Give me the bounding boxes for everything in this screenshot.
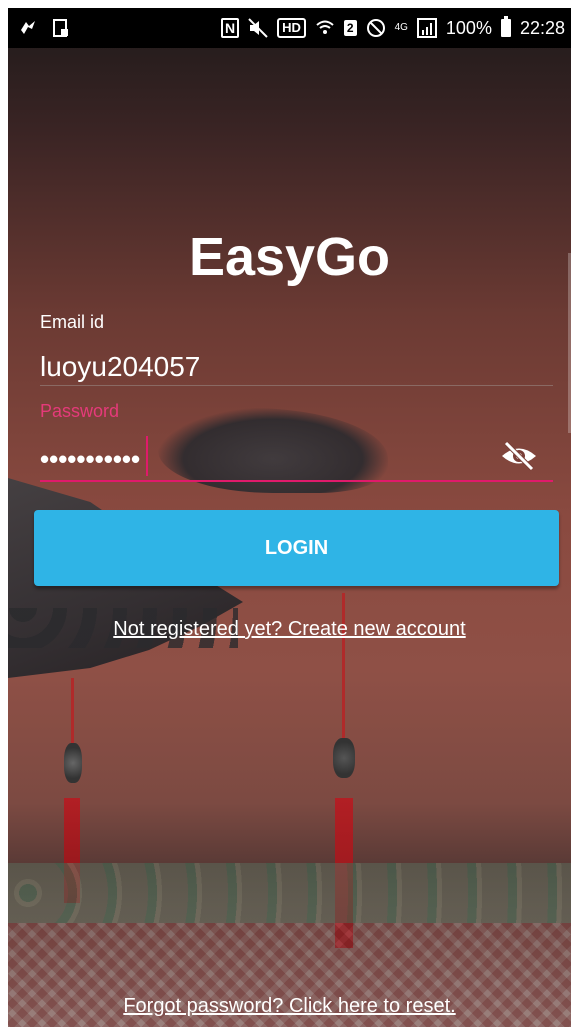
create-account-link[interactable]: Not registered yet? Create new account (8, 618, 571, 641)
tassel-string-decoration (342, 593, 345, 753)
password-label: Password (40, 401, 120, 421)
app-notification-icon (18, 18, 38, 38)
screenshot-icon (52, 18, 70, 38)
sim-2-icon: 2 (343, 20, 357, 36)
battery-percent: 100% (445, 18, 492, 38)
wall-pattern-decoration (8, 863, 571, 923)
login-screen: N HD 2 4G 100% 22:28 EasyGo Email id Pa (8, 8, 571, 1027)
signal-icon (416, 18, 437, 38)
forgot-password-link[interactable]: Forgot password? Click here to reset. (8, 995, 571, 1018)
lantern-ornament-decoration (333, 738, 355, 778)
mute-icon (248, 18, 268, 38)
do-not-disturb-icon (366, 18, 386, 38)
status-bar: N HD 2 4G 100% 22:28 (8, 8, 571, 48)
app-title: EasyGo (188, 227, 391, 287)
password-field[interactable]: ••••••••••• (40, 444, 140, 475)
battery-icon (500, 16, 511, 37)
text-cursor (146, 436, 148, 476)
login-button[interactable]: LOGIN (34, 510, 559, 586)
nfc-icon: N (220, 18, 240, 38)
email-underline (40, 385, 553, 386)
email-label: Email id (40, 312, 105, 332)
toggle-password-visibility-icon[interactable] (500, 440, 538, 472)
password-underline (40, 480, 553, 482)
network-type-label: 4G (394, 22, 408, 33)
email-field[interactable] (40, 348, 553, 386)
tassel-string-decoration (71, 678, 74, 748)
wifi-icon (315, 18, 335, 38)
lantern-ornament-decoration (64, 743, 82, 783)
hd-voice-icon: HD (277, 18, 306, 38)
clock: 22:28 (519, 18, 565, 38)
